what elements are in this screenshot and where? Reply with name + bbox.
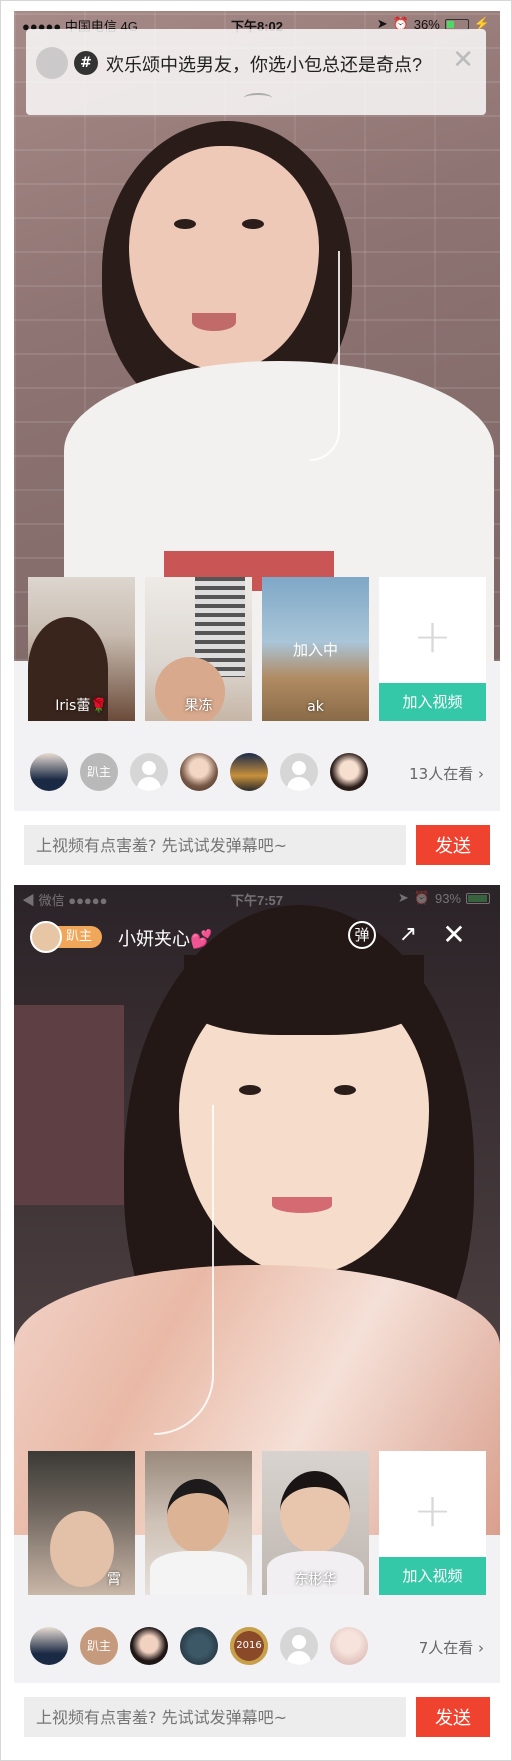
viewer-list: 趴主 13人在看 › — [14, 741, 500, 801]
host-eye-right — [334, 1085, 356, 1095]
danmu-input[interactable] — [24, 825, 406, 865]
earphone-wire — [310, 251, 340, 461]
add-video-tile[interactable]: + 加入视频 — [379, 577, 486, 721]
host-mouth — [192, 313, 236, 331]
host-badge-label: 趴主 — [86, 1639, 111, 1653]
viewer-avatar[interactable] — [230, 753, 268, 791]
join-video-button[interactable]: 加入视频 — [379, 1557, 486, 1595]
add-video-tile[interactable]: + 加入视频 — [379, 1451, 486, 1595]
guest-shirt — [150, 1551, 247, 1595]
danmu-bar: 发送 — [14, 1683, 500, 1753]
danmu-toggle-button[interactable]: 弹 — [348, 921, 376, 949]
guest-name: Iris蕾🌹 — [55, 698, 108, 714]
earphone-wire — [154, 1105, 214, 1435]
guest-face — [280, 1471, 350, 1553]
viewer-count[interactable]: 13人在看 › — [409, 763, 484, 784]
share-icon[interactable]: ↗ — [394, 921, 422, 949]
topic-banner[interactable]: # 欢乐颂中选男友，你选小包总还是奇点? ✕ — [26, 29, 486, 115]
danmu-input[interactable] — [24, 1697, 406, 1737]
default-avatar-icon[interactable] — [130, 753, 168, 791]
location-icon: ➤ — [397, 890, 409, 905]
guest-name: ak — [307, 699, 324, 715]
viewer-list: 趴主 2016 7人在看 › — [14, 1615, 500, 1675]
guest-name: 东彬华 — [294, 1572, 337, 1588]
viewer-avatar[interactable] — [30, 1627, 68, 1665]
viewer-avatar[interactable] — [330, 1627, 368, 1665]
guest-face — [167, 1479, 229, 1553]
guest-tile[interactable] — [145, 1451, 252, 1595]
host-mouth — [272, 1197, 332, 1213]
viewer-avatar[interactable] — [180, 1627, 218, 1665]
app-logo-icon — [36, 47, 68, 79]
status-bar: ◀ 微信 ●●●●● 下午7:57 ➤ ⏰ 93% — [14, 885, 500, 911]
close-icon[interactable]: ✕ — [440, 921, 468, 949]
collage-frame: ●●●●● 中国电信 4G 下午8:02 ➤ ⏰ 36% ⚡ # 欢乐颂中选男友… — [0, 0, 512, 1761]
host-video — [14, 885, 500, 1535]
viewer-avatar[interactable] — [330, 753, 368, 791]
live-room-screen-2: ◀ 微信 ●●●●● 下午7:57 ➤ ⏰ 93% 趴主 小妍夹心💕 弹 ↗ ✕… — [14, 885, 500, 1753]
guest-tile[interactable]: 霄 — [28, 1451, 135, 1595]
alarm-icon: ⏰ — [413, 890, 430, 905]
guest-tile[interactable]: Iris蕾🌹 — [28, 577, 135, 721]
viewer-avatar[interactable] — [130, 1627, 168, 1665]
guest-tile[interactable]: 加入中 ak — [262, 577, 369, 721]
year-badge-avatar[interactable]: 2016 — [230, 1627, 268, 1665]
viewer-avatar[interactable] — [30, 753, 68, 791]
host-bangs — [184, 955, 424, 1035]
viewer-avatar[interactable] — [180, 753, 218, 791]
guest-name: 霄 — [107, 1572, 121, 1588]
hashtag-icon: # — [74, 51, 98, 75]
plus-icon: + — [413, 1483, 452, 1537]
default-avatar-icon[interactable] — [280, 753, 318, 791]
host-badge-label: 趴主 — [86, 765, 111, 779]
guest-video-row: 霄 东彬华 + 加入视频 — [28, 1451, 486, 1595]
status-right: ➤ ⏰ 93% — [398, 890, 490, 906]
danmu-bar: 发送 — [14, 811, 500, 881]
host-name[interactable]: 小妍夹心💕 — [118, 925, 212, 951]
joining-status: 加入中 — [292, 641, 338, 659]
battery-icon — [444, 18, 469, 30]
guest-name: 果冻 — [184, 698, 213, 714]
join-video-button[interactable]: 加入视频 — [379, 683, 486, 721]
background-door — [14, 1005, 124, 1205]
host-eye-left — [239, 1085, 261, 1095]
default-avatar-icon[interactable] — [280, 1627, 318, 1665]
year-badge-label: 2016 — [236, 1640, 262, 1651]
host-bar: ◀ 微信 ●●●●● 下午7:57 ➤ ⏰ 93% 趴主 小妍夹心💕 弹 ↗ ✕ — [14, 885, 500, 965]
host-eye-right — [242, 219, 264, 229]
live-room-screen-1: ●●●●● 中国电信 4G 下午8:02 ➤ ⏰ 36% ⚡ # 欢乐颂中选男友… — [14, 11, 500, 817]
host-viewer-avatar[interactable]: 趴主 — [80, 1627, 118, 1665]
host-avatar[interactable] — [30, 921, 62, 953]
guest-tile[interactable]: 东彬华 — [262, 1451, 369, 1595]
plus-icon: + — [413, 609, 452, 663]
topic-title: 欢乐颂中选男友，你选小包总还是奇点? — [106, 55, 423, 75]
viewer-count[interactable]: 7人在看 › — [419, 1637, 484, 1658]
send-button[interactable]: 发送 — [416, 825, 490, 865]
collapse-chevron-icon[interactable] — [244, 93, 272, 103]
guest-video-row: Iris蕾🌹 果冻 加入中 ak + 加入视频 — [28, 577, 486, 721]
send-button[interactable]: 发送 — [416, 1697, 490, 1737]
close-icon[interactable]: ✕ — [452, 47, 474, 73]
host-eye-left — [174, 219, 196, 229]
host-viewer-avatar[interactable]: 趴主 — [80, 753, 118, 791]
battery-percent: 93% — [434, 890, 461, 906]
battery-icon — [466, 892, 490, 904]
guest-tile[interactable]: 果冻 — [145, 577, 252, 721]
